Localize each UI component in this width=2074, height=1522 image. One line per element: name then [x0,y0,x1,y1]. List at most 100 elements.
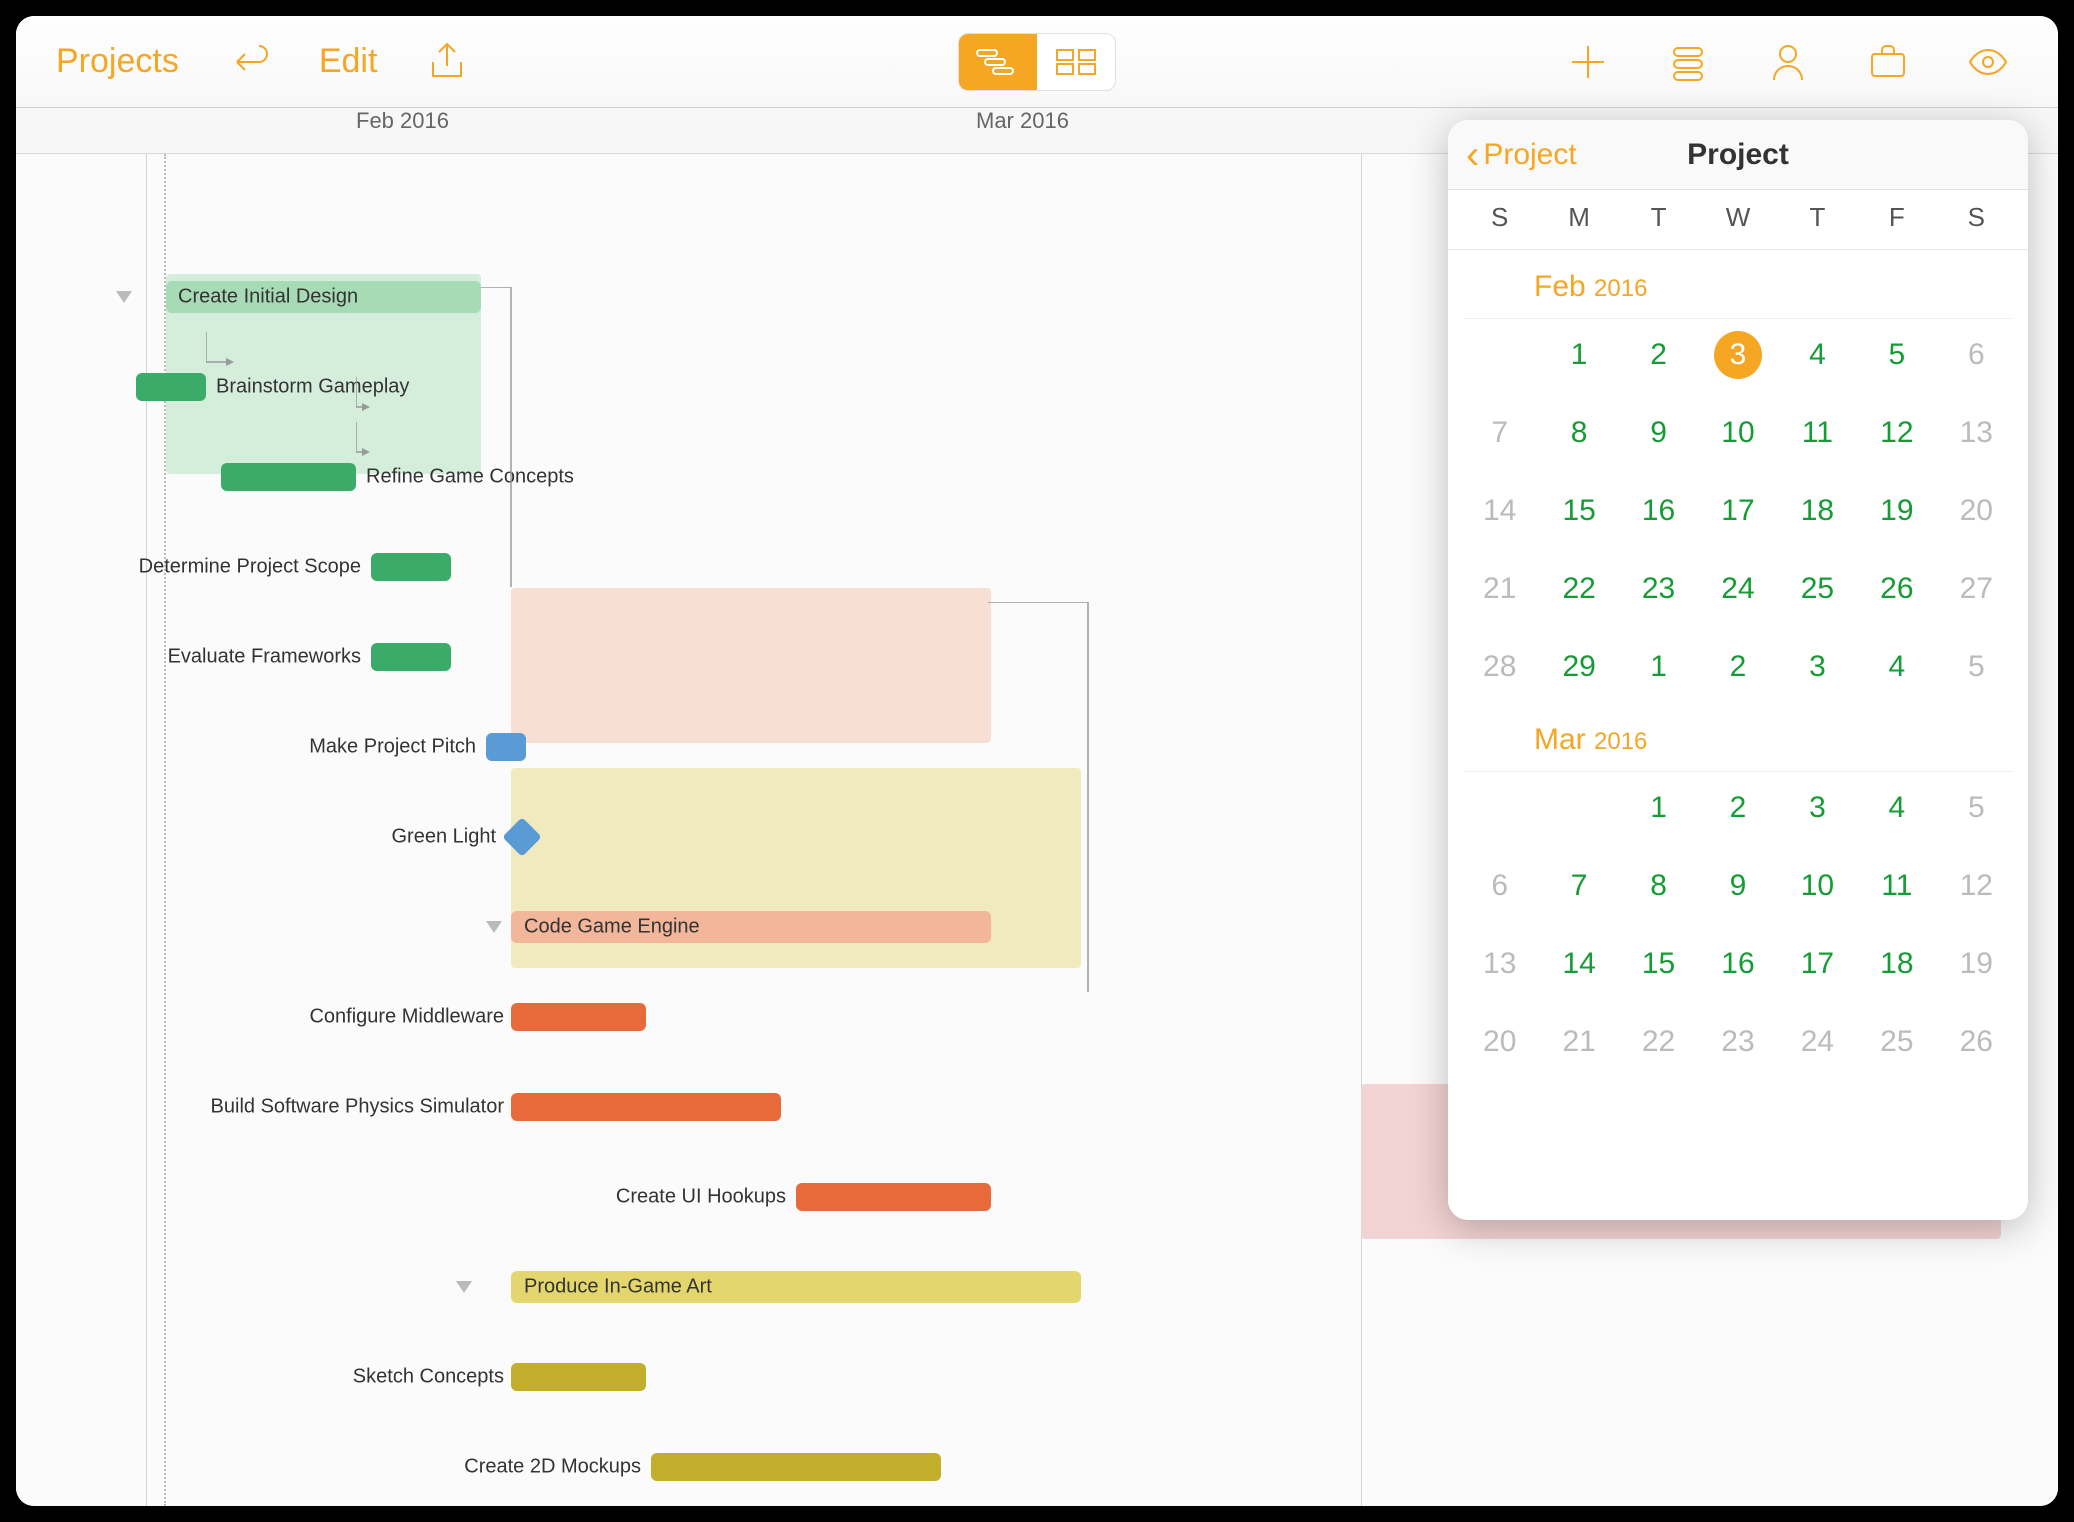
milestone[interactable] [502,817,542,857]
calendar-day[interactable]: 1 [1539,331,1618,379]
eye-icon[interactable] [1966,40,2010,84]
calendar-day[interactable]: 19 [1937,940,2016,988]
calendar-day[interactable]: 11 [1857,862,1936,910]
calendar-day[interactable]: 24 [1698,565,1777,613]
calendar-day[interactable]: 19 [1857,487,1936,535]
calendar-day[interactable]: 1 [1619,643,1698,691]
calendar-day[interactable]: 6 [1937,331,2016,379]
disclosure-icon[interactable] [456,1281,472,1293]
task-label: Code Game Engine [524,915,700,938]
task-bar[interactable] [651,1453,941,1481]
add-icon[interactable] [1566,40,1610,84]
gantt-view-tab[interactable] [959,34,1037,90]
calendar-day[interactable]: 28 [1460,643,1539,691]
calendar-day[interactable]: 29 [1539,643,1618,691]
calendar-day[interactable]: 14 [1460,487,1539,535]
calendar-day[interactable]: 8 [1539,409,1618,457]
calendar-popover: ‹ Project Project SMTWTFS Feb 2016 12345… [1448,120,2028,1220]
calendar-day[interactable]: 4 [1857,643,1936,691]
calendar-day[interactable]: 7 [1539,862,1618,910]
calendar-day[interactable]: 17 [1698,487,1777,535]
calendar-day[interactable]: 11 [1778,409,1857,457]
calendar-day[interactable]: 20 [1460,1018,1539,1066]
calendar-day[interactable]: 8 [1619,862,1698,910]
calendar-day[interactable]: 7 [1460,409,1539,457]
calendar-day[interactable]: 17 [1778,940,1857,988]
calendar-day[interactable]: 18 [1778,487,1857,535]
calendar-day[interactable]: 6 [1460,862,1539,910]
briefcase-icon[interactable] [1866,40,1910,84]
projects-button[interactable]: Projects [56,42,179,81]
task-bar[interactable] [511,1363,646,1391]
calendar-day[interactable]: 9 [1619,409,1698,457]
calendar-day[interactable]: 20 [1937,487,2016,535]
task-bar[interactable] [371,643,451,671]
calendar-day[interactable]: 4 [1778,331,1857,379]
calendar-day[interactable]: 26 [1937,1018,2016,1066]
task-label: Create Initial Design [178,285,358,308]
calendar-day[interactable]: 18 [1857,940,1936,988]
calendar-day[interactable]: 25 [1857,1018,1936,1066]
task-bar[interactable] [221,463,356,491]
disclosure-icon[interactable] [116,291,132,303]
calendar-day[interactable]: 2 [1619,331,1698,379]
calendar-day[interactable]: 15 [1619,940,1698,988]
task-bar[interactable] [486,733,526,761]
month-label: Mar 2016 [976,108,1069,134]
back-button[interactable]: ‹ Project [1448,135,1577,175]
calendar-day[interactable]: 27 [1937,565,2016,613]
task-label: Brainstorm Gameplay [216,375,409,398]
calendar-day[interactable]: 23 [1698,1018,1777,1066]
task-label: Make Project Pitch [309,735,476,758]
calendar-day[interactable]: 10 [1778,862,1857,910]
task-bar[interactable] [371,553,451,581]
calendar-day[interactable]: 9 [1698,862,1777,910]
grid-view-tab[interactable] [1037,34,1115,90]
calendar-day[interactable]: 5 [1937,784,2016,832]
calendar-day[interactable]: 5 [1937,643,2016,691]
calendar-day[interactable]: 24 [1778,1018,1857,1066]
calendar-day[interactable]: 23 [1619,565,1698,613]
calendar-day[interactable]: 12 [1857,409,1936,457]
calendar-day[interactable]: 3 [1714,331,1762,379]
edit-button[interactable]: Edit [319,42,378,81]
calendar-day[interactable]: 21 [1460,565,1539,613]
task-label: Determine Project Scope [139,555,361,578]
calendar-day[interactable]: 22 [1539,565,1618,613]
calendar-day[interactable]: 4 [1857,784,1936,832]
calendar-day[interactable]: 16 [1698,940,1777,988]
popover-header: ‹ Project Project [1448,120,2028,190]
view-segmented-control[interactable] [958,33,1116,91]
calendar-day[interactable]: 5 [1857,331,1936,379]
undo-icon[interactable] [227,40,271,84]
calendar-day[interactable]: 26 [1857,565,1936,613]
calendar-day[interactable]: 12 [1937,862,2016,910]
calendar-day[interactable]: 21 [1539,1018,1618,1066]
task-bar[interactable] [136,373,206,401]
person-icon[interactable] [1766,40,1810,84]
share-icon[interactable] [425,40,469,84]
calendar-day[interactable]: 14 [1539,940,1618,988]
task-bar[interactable] [796,1183,991,1211]
calendar-day[interactable]: 3 [1778,784,1857,832]
calendar-day[interactable]: 13 [1937,409,2016,457]
calendar-day[interactable]: 13 [1460,940,1539,988]
stack-icon[interactable] [1666,40,1710,84]
calendar-dow-header: SMTWTFS [1448,190,2028,250]
calendar-day[interactable]: 10 [1698,409,1777,457]
task-bar[interactable] [511,1093,781,1121]
calendar-day[interactable]: 1 [1619,784,1698,832]
calendar-day[interactable]: 22 [1619,1018,1698,1066]
calendar-body[interactable]: Feb 2016 1234567891011121314151617181920… [1448,250,2028,1210]
calendar-day[interactable]: 15 [1539,487,1618,535]
calendar-day[interactable]: 25 [1778,565,1857,613]
month-header: Feb 2016 [1448,250,2028,318]
disclosure-icon[interactable] [486,921,502,933]
calendar-day[interactable]: 3 [1778,643,1857,691]
task-bar[interactable] [511,1003,646,1031]
calendar-day[interactable]: 2 [1698,643,1777,691]
task-label: Green Light [391,825,496,848]
month-header: Mar 2016 [1448,703,2028,771]
calendar-day[interactable]: 2 [1698,784,1777,832]
calendar-day[interactable]: 16 [1619,487,1698,535]
